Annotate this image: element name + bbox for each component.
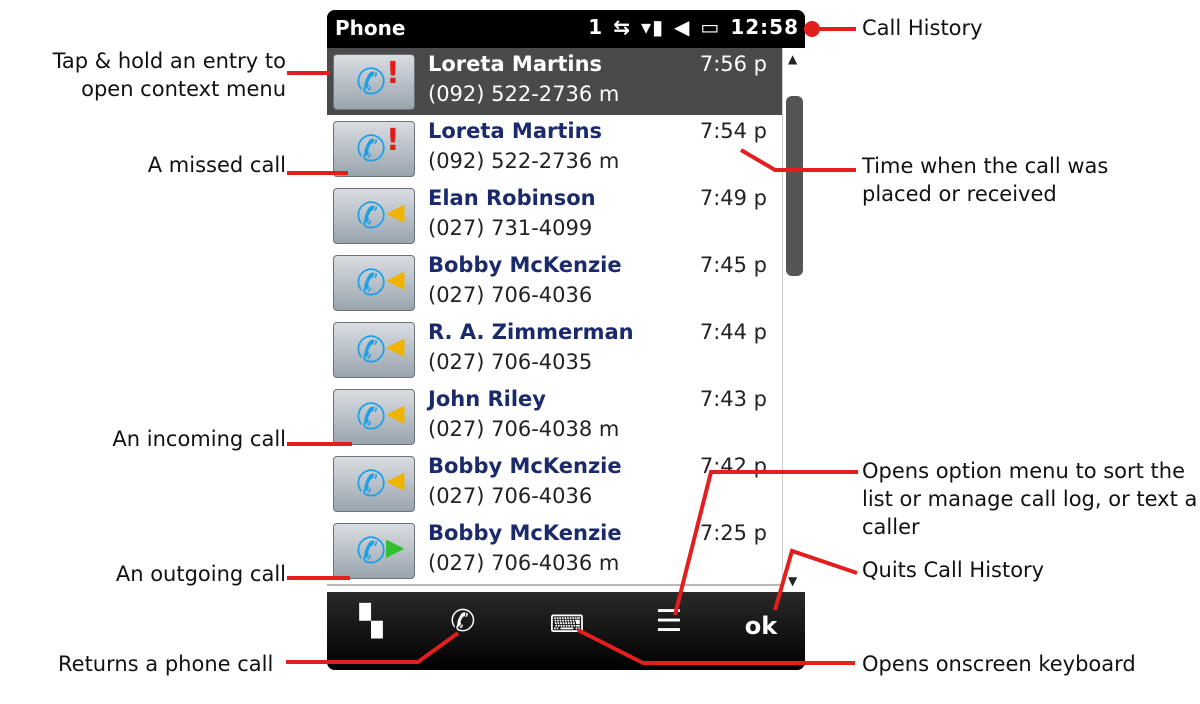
signal-strength-icon: ▾▮: [640, 15, 665, 39]
handset-icon: ✆: [356, 62, 387, 103]
call-history-row[interactable]: ✆ ◀ R. A. Zimmerman 7:44 p (027) 706-4035: [327, 316, 782, 385]
incoming-indicator-icon: ◀: [386, 399, 405, 427]
incoming-call-icon: ✆ ◀: [333, 456, 415, 512]
battery-charging-icon: ▭: [700, 15, 721, 39]
outgoing-indicator-icon: ▶: [386, 533, 405, 561]
handset-icon: ✆: [356, 129, 387, 170]
incoming-indicator-icon: ◀: [386, 332, 405, 360]
missed-call-icon: ✆!: [333, 121, 415, 177]
call-time: 7:49 p: [699, 186, 767, 210]
caller-name: R. A. Zimmerman: [428, 320, 634, 344]
ok-button[interactable]: ok: [731, 612, 791, 640]
call-history-list[interactable]: ✆! Loreta Martins 7:56 p (092) 522-2736 m ✆!…: [327, 48, 782, 592]
call-time: 7:25 p: [699, 521, 767, 545]
missed-indicator-icon: !: [386, 56, 400, 91]
caller-number: (027) 706-4036: [428, 484, 593, 508]
caller-number: (027) 706-4038 m: [428, 417, 620, 441]
incoming-indicator-icon: ◀: [386, 265, 405, 293]
handset-icon: ✆: [356, 196, 387, 237]
scrollbar[interactable]: ▲ ▼: [782, 48, 805, 592]
call-time: 7:44 p: [699, 320, 767, 344]
incoming-call-icon: ✆ ◀: [333, 188, 415, 244]
incoming-call-icon: ✆ ◀: [333, 255, 415, 311]
softkey-bar: ▚ ✆ ⌨ ☰ ok: [327, 592, 805, 670]
missed-indicator-icon: !: [386, 123, 400, 158]
handset-icon: ✆: [356, 263, 387, 304]
handset-icon: ✆: [356, 464, 387, 505]
call-time: 7:56 p: [699, 52, 767, 76]
status-bar[interactable]: Phone 1 ⇆ ▾▮ ◀︎ ▭ 12:58: [327, 10, 805, 48]
handset-icon: ✆: [356, 397, 387, 438]
status-icons: 1 ⇆ ▾▮ ◀︎ ▭ 12:58: [588, 15, 799, 39]
caller-name: Loreta Martins: [428, 119, 603, 143]
annotation-option-menu: Opens option menu to sort the list or ma…: [862, 459, 1198, 539]
scrollbar-thumb[interactable]: [786, 96, 803, 276]
call-time: 7:42 p: [699, 454, 767, 478]
call-history-row[interactable]: ✆ ◀ Bobby McKenzie 7:45 p (027) 706-4036: [327, 249, 782, 318]
annotation-keyboard: Opens onscreen keyboard: [862, 652, 1136, 676]
call-history-row[interactable]: ✆ ◀ Bobby McKenzie 7:42 p (027) 706-4036: [327, 450, 782, 519]
keyboard-icon[interactable]: ⌨: [537, 610, 597, 638]
phone-handset-icon[interactable]: ✆: [433, 604, 493, 639]
annotation-incoming-call: An incoming call: [112, 427, 286, 451]
phone-screen: Phone 1 ⇆ ▾▮ ◀︎ ▭ 12:58 ✆! Loreta Martins…: [327, 10, 805, 670]
caller-name: John Riley: [428, 387, 546, 411]
caller-name: Bobby McKenzie: [428, 253, 622, 277]
caller-number: (027) 706-4035: [428, 350, 593, 374]
call-time: 7:54 p: [699, 119, 767, 143]
caller-number: (027) 706-4036 m: [428, 551, 620, 575]
call-time: 7:43 p: [699, 387, 767, 411]
scroll-down-arrow-icon[interactable]: ▼: [788, 574, 797, 588]
annotation-time-placed: Time when the call was placed or receive…: [862, 154, 1109, 206]
menu-icon[interactable]: ☰: [639, 604, 699, 639]
incoming-call-icon: ✆ ◀: [333, 322, 415, 378]
clock: 12:58: [730, 15, 799, 39]
caller-number: (092) 522-2736 m: [428, 82, 620, 106]
caller-name: Bobby McKenzie: [428, 521, 622, 545]
caller-name: Elan Robinson: [428, 186, 596, 210]
incoming-call-icon: ✆ ◀: [333, 389, 415, 445]
caller-number: (027) 706-4036: [428, 283, 593, 307]
annotation-outgoing-call: An outgoing call: [115, 562, 286, 586]
call-history-row[interactable]: ✆! Loreta Martins 7:54 p (092) 522-2736 m: [327, 115, 782, 184]
call-history-row[interactable]: ✆ ◀ John Riley 7:43 p (027) 706-4038 m: [327, 383, 782, 452]
incoming-indicator-icon: ◀: [386, 198, 405, 226]
line-indicator: 1: [588, 15, 604, 39]
call-history-row[interactable]: ✆ ▶ Bobby McKenzie 7:25 p (027) 706-4036 m: [327, 517, 782, 586]
call-time: 7:45 p: [699, 253, 767, 277]
data-connection-icon: ⇆: [613, 15, 631, 39]
incoming-indicator-icon: ◀: [386, 466, 405, 494]
annotation-returns-call: Returns a phone call: [58, 652, 274, 676]
annotation-context-menu: Tap & hold an entry to open context menu: [52, 49, 286, 101]
scroll-up-arrow-icon[interactable]: ▲: [788, 52, 797, 66]
outgoing-call-icon: ✆ ▶: [333, 523, 415, 579]
app-title: Phone: [335, 16, 406, 40]
annotation-quits: Quits Call History: [862, 558, 1045, 582]
handset-icon: ✆: [356, 531, 387, 572]
caller-name: Loreta Martins: [428, 52, 603, 76]
windows-start-icon[interactable]: ▚: [341, 604, 401, 639]
speaker-muted-icon: ◀︎: [674, 15, 691, 39]
annotation-missed-call: A missed call: [147, 153, 286, 177]
caller-name: Bobby McKenzie: [428, 454, 622, 478]
call-history-row[interactable]: ✆ ◀ Elan Robinson 7:49 p (027) 731-4099: [327, 182, 782, 251]
handset-icon: ✆: [356, 330, 387, 371]
caller-number: (027) 731-4099: [428, 216, 593, 240]
missed-call-icon: ✆!: [333, 54, 415, 110]
caller-number: (092) 522-2736 m: [428, 149, 620, 173]
annotation-call-history: Call History: [862, 16, 983, 40]
call-history-row[interactable]: ✆! Loreta Martins 7:56 p (092) 522-2736 m: [327, 48, 782, 117]
